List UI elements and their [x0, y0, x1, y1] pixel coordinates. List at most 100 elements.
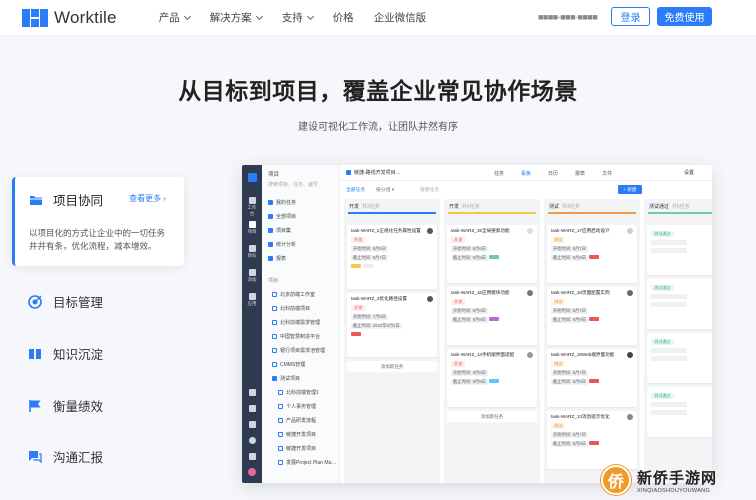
task-card[interactable]: task-WARZ_15全局搜索功能 开发 开始时间: 8月6日 截止时间: 8… — [447, 225, 537, 283]
task-title: task-WARZ_17应用启动设计 — [551, 228, 610, 233]
task-card[interactable]: task-WARZ_13消息提示优化 测试 开始时间: 8月7日 截止时间: 8… — [547, 411, 637, 469]
project-title[interactable]: 敏捷-路线开发项目… — [354, 169, 401, 176]
add-task-button[interactable]: 添加新任务 — [447, 411, 537, 422]
tab-board[interactable]: 看板 — [521, 170, 531, 177]
nav-item-wecom[interactable]: 企业微信版 — [374, 10, 427, 25]
sidebar-project[interactable]: 北京前端工作室 — [272, 291, 315, 298]
status-badge: 测试通过 — [651, 231, 674, 237]
task-card[interactable]: 测试通过 — [647, 225, 712, 275]
add-task-button[interactable]: 添加新任务 — [347, 361, 437, 372]
tag-chip — [489, 317, 500, 321]
login-button[interactable]: 登录 — [611, 7, 650, 26]
sidebar-item-label: 个人事务管理 — [286, 404, 317, 410]
worktile-logo-icon — [22, 8, 48, 27]
sidebar-project[interactable]: CMMS管理 — [272, 361, 305, 368]
see-more-link[interactable]: 查看更多 › — [129, 193, 166, 204]
board-topbar: 敏捷-路线开发项目… 任务 看板 日历 报表 文件 设置 — [340, 165, 712, 181]
help-icon[interactable] — [246, 437, 258, 445]
notification-icon[interactable] — [246, 453, 258, 461]
sidebar-project[interactable]: 测试项目 — [272, 375, 300, 382]
top-nav: Worktile 产品 解决方案 支持 价格 企业微信版 ■■■■-■■■-■■… — [0, 0, 756, 36]
feature-item-label: 沟通汇报 — [53, 451, 104, 465]
sidebar-title: 项目 — [268, 172, 280, 178]
sidebar-item-label: 北科前端需求管理 — [280, 320, 321, 326]
task-title: task-WARZ_2正规化任务属性设置 — [351, 228, 421, 233]
nav-item-product[interactable]: 产品 — [159, 10, 191, 25]
docs-icon[interactable] — [246, 405, 258, 413]
sidebar-project[interactable]: 敏捷开发项目 — [278, 431, 316, 438]
sidebar-item-label: 敏捷开发项目 — [286, 446, 317, 452]
rail-item-goal[interactable]: 目标 — [246, 245, 258, 259]
settings-button[interactable]: 设置 — [684, 169, 694, 176]
avatar[interactable] — [246, 468, 258, 477]
task-card[interactable]: task-WARZ_2正规化任务属性设置 开发 开始时间: 8月5日 截止时间:… — [347, 225, 437, 289]
task-card[interactable]: 测试通过 — [647, 387, 712, 437]
new-task-button[interactable]: + 新建 — [618, 185, 642, 194]
rail-item-workbench[interactable]: 工作台 — [246, 197, 258, 217]
sidebar-item-project-set[interactable]: 项目集 — [268, 227, 291, 234]
calendar-icon[interactable] — [246, 389, 258, 397]
nav-item-label: 价格 — [332, 12, 354, 24]
task-title: task-WARZ_3优化路径设置 — [351, 296, 407, 301]
task-card[interactable]: task-WARZ_17应用启动设计 测试 开始时间: 8月7日 截止时间: 8… — [547, 225, 637, 283]
task-title: task-WARZ_15全局搜索功能 — [451, 228, 510, 233]
sidebar-item-analytics[interactable]: 统计分析 — [268, 241, 296, 248]
sidebar-project[interactable]: 发展Project Plan Ma… — [278, 459, 336, 466]
apps-icon[interactable] — [246, 421, 258, 429]
sidebar-item-my-tasks[interactable]: 我的任务 — [268, 199, 296, 206]
brand-logo[interactable]: Worktile — [22, 8, 117, 28]
start-date: 开始时间: 8月5日 — [351, 246, 388, 252]
tab-files[interactable]: 文件 — [602, 170, 612, 177]
start-date: 开始时间: 8月7日 — [551, 432, 588, 438]
end-date: 截止时间: 8月9日 — [551, 255, 588, 261]
task-card[interactable]: 测试通过 — [647, 333, 712, 383]
sidebar-project[interactable]: 银行项目需求池管理 — [272, 347, 325, 354]
feature-item-knowledge[interactable]: 知识沉淀 — [28, 344, 103, 363]
tab-calendar[interactable]: 日历 — [548, 170, 558, 177]
sidebar-project[interactable]: 中国智慧制造平台 — [272, 333, 320, 340]
feature-card-project[interactable]: 项目协同 查看更多 › 以项目化的方式让企业中的一切任务井井有条，优化流程，减本… — [12, 177, 184, 266]
sidebar-item-all-projects[interactable]: 全部项目 — [268, 213, 296, 220]
task-card[interactable]: task-WARZ_14手机端界面适配 开发 开始时间: 8月6日 截止时间: … — [447, 349, 537, 407]
tab-reports[interactable]: 报表 — [575, 170, 585, 177]
status-badge: 测试通过 — [651, 393, 674, 399]
sidebar-item-label: 发展Project Plan Ma… — [286, 460, 337, 466]
sidebar-item-label: 测试项目 — [280, 376, 301, 382]
rail-logo-icon[interactable] — [246, 173, 258, 183]
sidebar-project[interactable]: 个人事务管理 — [278, 403, 316, 410]
column-color-bar — [448, 212, 536, 214]
feature-item-performance[interactable]: 衡量绩效 — [28, 396, 103, 415]
status-badge: 开发 — [451, 361, 466, 367]
status-badge: 测试 — [551, 361, 566, 367]
task-card[interactable]: task-WARZ_16应用模块功能 开发 开始时间: 8月6日 截止时间: 8… — [447, 287, 537, 345]
sidebar-project[interactable]: 敏捷开发项目 — [278, 445, 316, 452]
task-card[interactable]: task-WARZ_18页面配置实例 测试 开始时间: 8月7日 截止时间: 8… — [547, 287, 637, 345]
filter-dropdown[interactable]: 全部任务 — [346, 186, 365, 193]
tab-tasks[interactable]: 任务 — [494, 170, 504, 177]
feature-item-goals[interactable]: 目标管理 — [28, 292, 103, 311]
free-trial-button[interactable]: 免费使用 — [657, 7, 712, 26]
end-date: 截止时间: 8月9日 — [451, 317, 488, 323]
nav-item-support[interactable]: 支持 — [282, 10, 314, 25]
rail-item-add[interactable]: 添加 — [246, 269, 258, 283]
feature-item-reporting[interactable]: 沟通汇报 — [28, 447, 103, 466]
sidebar-search-input[interactable]: 搜索项目、任务、编号 — [268, 181, 318, 188]
rail-label: 工作台 — [247, 205, 257, 216]
nav-item-solutions[interactable]: 解决方案 — [210, 10, 263, 25]
sidebar-project[interactable]: 北科前端需求管理 — [272, 319, 320, 326]
brand-name: Worktile — [54, 7, 117, 27]
task-card[interactable]: 测试通过 — [647, 279, 712, 329]
sidebar-project[interactable]: 产品研发流程 — [278, 417, 316, 424]
rail-item-apps[interactable]: 应用 — [246, 293, 258, 307]
sidebar-project[interactable]: 北科前端管理1 — [278, 389, 319, 396]
task-card[interactable]: task-WARZ_19Web端界面功能 测试 开始时间: 8月7日 截止时间:… — [547, 349, 637, 407]
board-column: 测试 共4任务 task-WARZ_17应用启动设计 测试 开始时间: 8月7日 … — [544, 199, 640, 483]
sidebar-project[interactable]: 北科前端项目 — [272, 305, 310, 312]
group-dropdown[interactable]: 按分组 ▾ — [376, 186, 394, 193]
rail-item-project[interactable]: 项目 — [246, 221, 258, 235]
task-search-input[interactable]: 搜索任务 — [420, 186, 439, 193]
nav-item-pricing[interactable]: 价格 — [333, 10, 354, 25]
task-card[interactable]: task-WARZ_3优化路径设置 开发 开始时间: 7月8日 截止时间: 20… — [347, 293, 437, 357]
task-icon — [268, 200, 273, 205]
sidebar-item-reports[interactable]: 报表 — [268, 255, 286, 262]
